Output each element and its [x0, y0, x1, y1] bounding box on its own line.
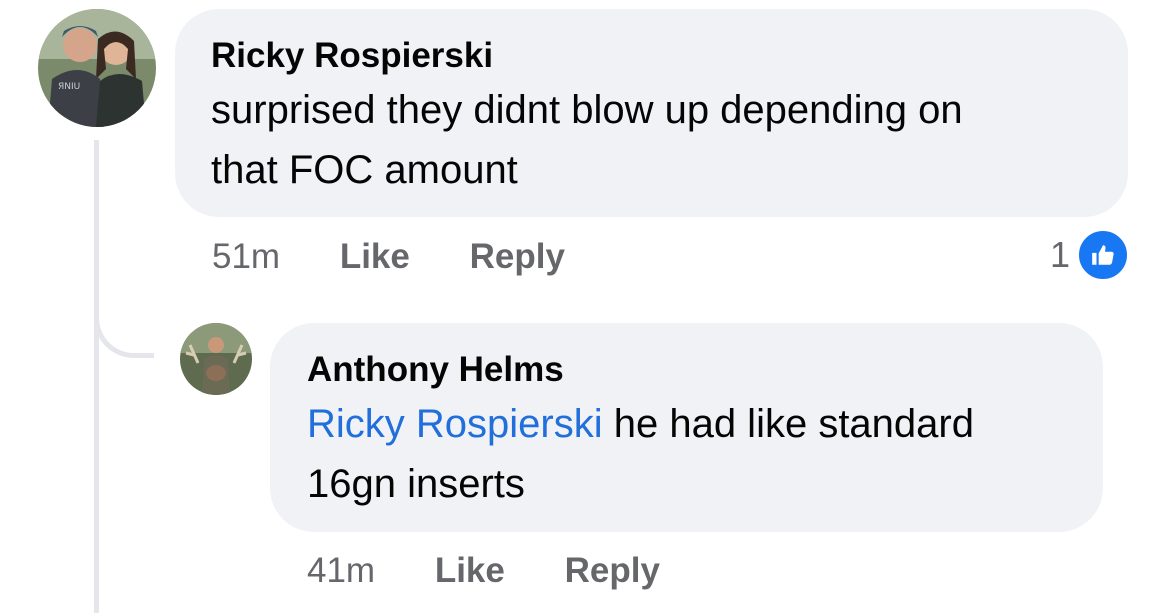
comment-bubble: Anthony Helms Ricky Rospierski he had li… [270, 323, 1103, 532]
avatar-photo [180, 323, 252, 395]
svg-text:ЯNIU: ЯNIU [58, 82, 80, 92]
avatar[interactable] [180, 323, 252, 395]
thread-line [94, 140, 99, 613]
comment-meta: 51m Like Reply [212, 237, 565, 277]
reply-button[interactable]: Reply [565, 551, 660, 590]
mention-link[interactable]: Ricky Rospierski [307, 402, 603, 446]
reply-button[interactable]: Reply [470, 237, 565, 276]
comment-text-line: that FOC amount [211, 148, 518, 192]
comment-author[interactable]: Anthony Helms [307, 350, 1103, 390]
comment-text-line: Ricky Rospierski he had like standard [307, 394, 1103, 454]
comment-author[interactable]: Ricky Rospierski [211, 36, 1128, 76]
comment-text: surprised they didnt blow up depending o… [211, 80, 1128, 200]
reaction-count: 1 [1050, 234, 1071, 275]
comment-text-line: surprised they didnt blow up depending o… [211, 88, 963, 132]
comment-text: Ricky Rospierski he had like standard 16… [307, 394, 1103, 514]
reply-connector [94, 300, 154, 358]
comment-timestamp[interactable]: 41m [307, 551, 375, 590]
comment-text-fragment: he had like standard [602, 402, 974, 446]
thumbs-up-icon [1076, 228, 1131, 282]
avatar-photo: ЯNIU [38, 9, 156, 127]
comment-bubble: Ricky Rospierski surprised they didnt bl… [175, 9, 1128, 217]
comment-meta: 41m Like Reply [307, 551, 660, 591]
comment-timestamp[interactable]: 51m [212, 237, 280, 276]
avatar[interactable]: ЯNIU [38, 9, 156, 127]
reaction-summary[interactable]: 1 [1050, 228, 1131, 282]
comment-text-line: 16gn inserts [307, 462, 525, 506]
like-button[interactable]: Like [340, 237, 410, 276]
like-button[interactable]: Like [435, 551, 505, 590]
